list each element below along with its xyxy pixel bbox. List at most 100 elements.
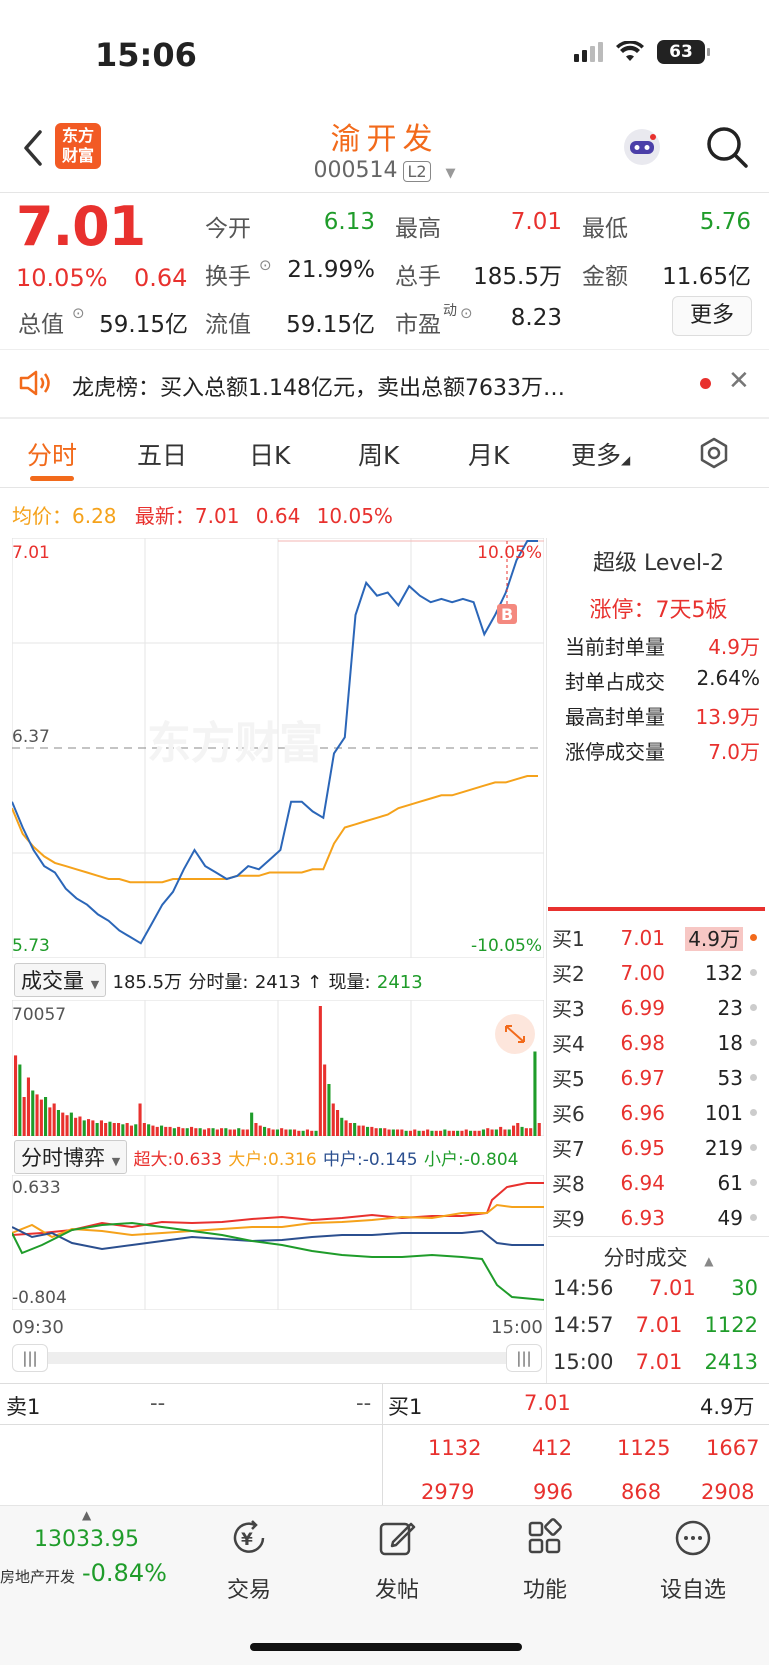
order-book-row[interactable]: 买7 6.95 219 — [552, 1133, 764, 1162]
volume-bar — [39, 1099, 43, 1136]
volume-bar — [451, 1130, 455, 1136]
order-book-row[interactable]: 买6 6.96 101 — [552, 1098, 764, 1127]
status-dot — [750, 1144, 757, 1151]
nav-add-watchlist[interactable]: 设自选 — [648, 1518, 738, 1604]
turnover-label: 换手 — [205, 264, 251, 290]
tab-five-day[interactable]: 五日 — [137, 436, 187, 472]
volume-bar — [48, 1107, 52, 1136]
info-icon[interactable]: ⊙ — [72, 304, 85, 322]
more-button[interactable]: 更多 — [672, 296, 752, 336]
volume-bar — [323, 1064, 327, 1136]
order-book-row[interactable]: 买4 6.98 18 — [552, 1028, 764, 1057]
volume-bar — [181, 1128, 185, 1136]
pe-label: 市盈 — [395, 312, 441, 338]
news-text[interactable]: 龙虎榜：买入总额1.148亿元，卖出总额7633万… — [72, 370, 565, 402]
volume-bar — [297, 1130, 301, 1136]
tab-more[interactable]: 更多◢ — [571, 436, 630, 472]
l2-label: 最高封单量 — [565, 705, 665, 729]
time-range-scrollbar[interactable] — [14, 1352, 542, 1364]
volume-bar — [202, 1129, 206, 1136]
volume-bar — [503, 1129, 507, 1136]
volume-bar — [383, 1128, 387, 1136]
tick-volume: 2413 — [254, 972, 301, 993]
capital-flow-header: 分时博弈 ▼ 超大:0.633 大户:0.316 中户:-0.145 小户:-0… — [14, 1140, 519, 1174]
divider — [0, 1424, 769, 1425]
avg-price-row: 均价：6.28 最新：7.01 0.64 10.05% — [12, 500, 393, 529]
range-handle-right[interactable]: ||| — [506, 1344, 542, 1372]
divider — [0, 417, 769, 419]
volume-bar — [336, 1110, 340, 1136]
level-price: 6.94 — [620, 1170, 665, 1195]
trade-icon: ¥ — [233, 1520, 265, 1553]
expand-up-icon[interactable]: ▲ — [82, 1508, 91, 1522]
y-mid-label: 6.37 — [12, 727, 50, 747]
sector-name[interactable]: 房地产开发 — [0, 1566, 75, 1587]
close-icon[interactable]: ✕ — [728, 366, 750, 396]
y-min-label: 5.73 — [12, 936, 50, 956]
level2-title[interactable]: 超级 Level-2 — [548, 545, 769, 577]
level-qty: 53 — [717, 1065, 743, 1090]
tab-weekly-k[interactable]: 周K — [358, 436, 399, 472]
nav-post[interactable]: 发帖 — [352, 1518, 442, 1604]
order-book-row[interactable]: 买5 6.97 53 — [552, 1063, 764, 1092]
volume-bar — [430, 1130, 434, 1136]
volume-bar — [314, 1130, 318, 1136]
dropdown-caret-icon: ▼ — [90, 978, 100, 991]
l2-value: 7.0万 — [708, 740, 760, 764]
volume-bar — [134, 1124, 138, 1136]
volume-bar — [396, 1129, 400, 1136]
l2-label: 封单占成交 — [565, 670, 665, 694]
volume-bar — [267, 1128, 271, 1136]
order-book-row[interactable]: 买1 7.01 4.9万 — [552, 923, 764, 952]
medium-flow: 中户:-0.145 — [323, 1150, 418, 1170]
volume-bar — [237, 1128, 241, 1136]
tab-monthly-k[interactable]: 月K — [468, 436, 509, 472]
nav-functions[interactable]: 功能 — [500, 1518, 590, 1604]
up-arrow: ↑ — [307, 972, 323, 993]
sector-index-value[interactable]: 13033.95 — [34, 1527, 139, 1552]
tick-trades-header[interactable]: 分时成交 ▲ — [548, 1242, 769, 1272]
volume-bar — [99, 1120, 103, 1136]
level-price: 6.96 — [620, 1100, 665, 1125]
volume-bar — [198, 1128, 202, 1136]
buy1-label: 买1 — [388, 1395, 423, 1419]
volume-bar — [129, 1125, 133, 1136]
tick-row: 14:56 7.01 30 — [553, 1276, 758, 1300]
search-icon[interactable] — [704, 124, 750, 170]
volume-bar — [481, 1129, 485, 1136]
capital-flow-chart[interactable]: 0.633 -0.804 — [12, 1175, 544, 1310]
volume-bar — [280, 1128, 284, 1136]
volume-bar — [499, 1126, 503, 1136]
volume-bar — [18, 1064, 22, 1136]
avg-value: 6.28 — [72, 504, 117, 528]
timeshare-chart[interactable]: 东方财富 B 7.01 6.37 5.73 10.05% -10.05% — [12, 538, 544, 958]
settings-gear-icon[interactable] — [697, 436, 731, 470]
volume-bar — [447, 1130, 451, 1136]
volume-bar — [469, 1130, 473, 1136]
volume-bar — [331, 1103, 335, 1136]
order-book-row[interactable]: 买8 6.94 61 — [552, 1168, 764, 1197]
volume-bar — [108, 1121, 112, 1136]
tab-daily-k[interactable]: 日K — [249, 436, 290, 472]
tab-timeshare[interactable]: 分时 — [27, 436, 77, 472]
compose-icon — [379, 1522, 416, 1556]
order-book-row[interactable]: 买3 6.99 23 — [552, 993, 764, 1022]
volume-bar — [417, 1130, 421, 1136]
assistant-robot-icon[interactable] — [620, 125, 664, 169]
tick-price: 7.01 — [635, 1350, 683, 1374]
nav-trade[interactable]: ¥ 交易 — [204, 1518, 294, 1604]
l2-row: 封单占成交 2.64% — [565, 666, 760, 695]
info-icon[interactable]: ⊙ — [259, 256, 272, 274]
level-qty-highlight: 4.9万 — [665, 923, 743, 952]
volume-chart[interactable]: 70057 — [12, 1000, 544, 1136]
range-handle-left[interactable]: ||| — [12, 1344, 48, 1372]
capital-flow-dropdown[interactable]: 分时博弈 ▼ — [14, 1140, 128, 1174]
volume-bar — [112, 1123, 116, 1136]
sector-change-pct[interactable]: -0.84% — [82, 1559, 167, 1587]
info-icon[interactable]: ⊙ — [460, 304, 473, 322]
order-book-row[interactable]: 买2 7.00 132 — [552, 958, 764, 987]
volume-dropdown[interactable]: 成交量 ▼ — [14, 963, 107, 997]
volume-bar — [104, 1123, 108, 1136]
order-book-row[interactable]: 买9 6.93 49 — [552, 1203, 764, 1232]
volume-bar — [138, 1103, 142, 1136]
